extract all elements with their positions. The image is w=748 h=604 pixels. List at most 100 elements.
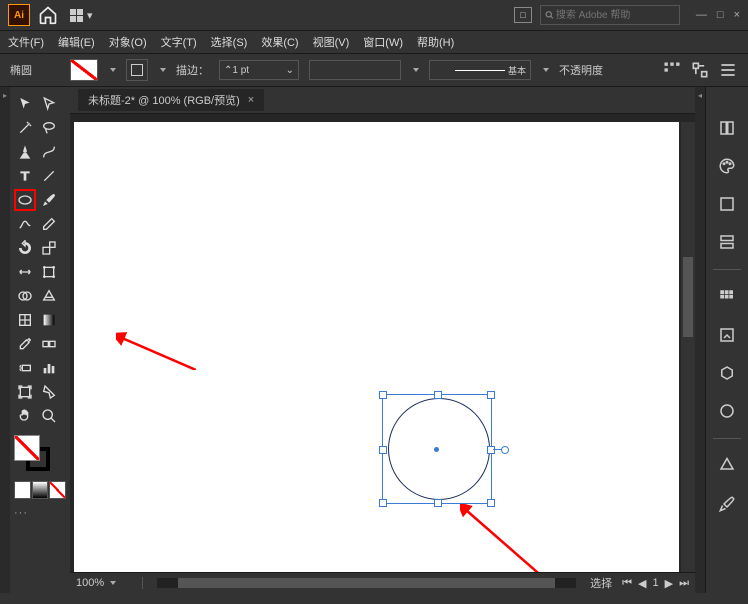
maximize-button[interactable]: □: [717, 9, 724, 21]
style-dropdown[interactable]: [543, 68, 549, 72]
tab-close-button[interactable]: ×: [248, 94, 254, 106]
handle-bot-right[interactable]: [487, 499, 495, 507]
app-logo: Ai: [8, 4, 30, 26]
handle-top-right[interactable]: [487, 391, 495, 399]
ellipse-tool[interactable]: [14, 189, 36, 211]
artboard-nav[interactable]: ⏮◀1▶⏭: [622, 577, 689, 590]
width-tool[interactable]: [14, 261, 36, 283]
menu-bar: 文件(F) 编辑(E) 对象(O) 文字(T) 选择(S) 效果(C) 视图(V…: [0, 31, 748, 54]
line-tool[interactable]: [38, 165, 60, 187]
menu-window[interactable]: 窗口(W): [363, 34, 403, 50]
status-bar: 100% 选择 ⏮◀1▶⏭: [70, 572, 695, 593]
eyedropper-tool[interactable]: [14, 333, 36, 355]
stroke-dropdown[interactable]: [160, 68, 166, 72]
handle-mid-left[interactable]: [379, 446, 387, 454]
blend-tool[interactable]: [38, 333, 60, 355]
horizontal-scrollbar[interactable]: [157, 578, 576, 588]
fill-dropdown[interactable]: [110, 68, 116, 72]
more-tools-icon[interactable]: ···: [14, 507, 66, 519]
shape-builder-tool[interactable]: [14, 285, 36, 307]
transform-icon[interactable]: [690, 60, 710, 80]
selection-tool[interactable]: [14, 93, 36, 115]
direct-selection-tool[interactable]: [38, 93, 60, 115]
rotate-handle[interactable]: [501, 446, 509, 454]
color-mode-gradient[interactable]: [32, 481, 49, 499]
artboard-tool[interactable]: [14, 381, 36, 403]
shaper-tool[interactable]: [14, 213, 36, 235]
workspace-icon: [70, 9, 83, 22]
handle-top-mid[interactable]: [434, 391, 442, 399]
align-icon[interactable]: [662, 60, 682, 80]
appearance-panel-icon[interactable]: [716, 400, 738, 422]
pen-tool[interactable]: [14, 141, 36, 163]
control-bar: 椭圆 描边： ⌃1 pt⌄ 基本 不透明度: [0, 54, 748, 87]
tool-panel: ···: [10, 87, 70, 593]
home-icon[interactable]: [38, 5, 58, 25]
zoom-level[interactable]: 100%: [76, 577, 143, 589]
handle-bot-mid[interactable]: [434, 499, 442, 507]
brush-definition[interactable]: [309, 60, 401, 80]
tool-collapse[interactable]: ▸: [0, 87, 10, 593]
slice-tool[interactable]: [38, 381, 60, 403]
layers-panel-icon[interactable]: [716, 231, 738, 253]
fill-swatch[interactable]: [70, 59, 98, 81]
handle-mid-right[interactable]: [487, 446, 495, 454]
graphic-style[interactable]: 基本: [429, 60, 531, 80]
mesh-tool[interactable]: [14, 309, 36, 331]
lasso-tool[interactable]: [38, 117, 60, 139]
properties-panel-icon[interactable]: [716, 117, 738, 139]
curvature-tool[interactable]: [38, 141, 60, 163]
tools-panel-icon[interactable]: [716, 493, 738, 515]
libraries-panel-icon[interactable]: [716, 193, 738, 215]
scale-tool[interactable]: [38, 237, 60, 259]
zoom-tool[interactable]: [38, 405, 60, 427]
workspace-switcher[interactable]: ▾: [70, 9, 93, 22]
handle-bot-left[interactable]: [379, 499, 387, 507]
menu-effect[interactable]: 效果(C): [261, 34, 298, 50]
menu-icon[interactable]: [718, 60, 738, 80]
menu-object[interactable]: 对象(O): [109, 34, 147, 50]
stroke-swatch[interactable]: [126, 59, 148, 81]
document-tab[interactable]: 未标题-2* @ 100% (RGB/预览) ×: [78, 89, 264, 111]
graph-tool[interactable]: [38, 357, 60, 379]
hand-tool[interactable]: [14, 405, 36, 427]
menu-view[interactable]: 视图(V): [313, 34, 350, 50]
magic-wand-tool[interactable]: [14, 117, 36, 139]
perspective-tool[interactable]: [38, 285, 60, 307]
color-mode-solid[interactable]: [14, 481, 31, 499]
brush-dropdown[interactable]: [413, 68, 419, 72]
menu-help[interactable]: 帮助(H): [417, 34, 454, 50]
menu-select[interactable]: 选择(S): [211, 34, 248, 50]
color-panel-icon[interactable]: [716, 155, 738, 177]
symbols-panel-icon[interactable]: [716, 362, 738, 384]
vertical-scrollbar[interactable]: [681, 122, 695, 572]
type-tool[interactable]: [14, 165, 36, 187]
gradient-tool[interactable]: [38, 309, 60, 331]
rotate-tool[interactable]: [14, 237, 36, 259]
fill-stroke-indicator[interactable]: [14, 435, 50, 471]
handle-top-left[interactable]: [379, 391, 387, 399]
menu-type[interactable]: 文字(T): [161, 34, 197, 50]
menu-file[interactable]: 文件(F): [8, 34, 44, 50]
free-transform-tool[interactable]: [38, 261, 60, 283]
swatches-panel-icon[interactable]: [716, 286, 738, 308]
search-input[interactable]: [540, 5, 680, 25]
status-mode: 选择: [590, 575, 612, 591]
stroke-weight-input[interactable]: ⌃1 pt⌄: [219, 60, 299, 80]
selection-type-label: 椭圆: [10, 62, 60, 78]
eraser-tool[interactable]: [38, 213, 60, 235]
transform-panel-icon[interactable]: [716, 455, 738, 477]
dock-collapse[interactable]: ◂: [695, 87, 705, 593]
arrange-documents-icon[interactable]: □: [514, 7, 532, 23]
brushes-panel-icon[interactable]: [716, 324, 738, 346]
paintbrush-tool[interactable]: [38, 189, 60, 211]
tab-title: 未标题-2* @ 100% (RGB/预览): [88, 92, 240, 108]
color-mode-none[interactable]: [49, 481, 66, 499]
opacity-label[interactable]: 不透明度: [559, 62, 603, 78]
fill-indicator[interactable]: [14, 435, 40, 461]
symbol-sprayer-tool[interactable]: [14, 357, 36, 379]
close-button[interactable]: ×: [734, 9, 740, 21]
canvas[interactable]: [70, 114, 695, 572]
menu-edit[interactable]: 编辑(E): [58, 34, 95, 50]
minimize-button[interactable]: —: [696, 9, 707, 21]
